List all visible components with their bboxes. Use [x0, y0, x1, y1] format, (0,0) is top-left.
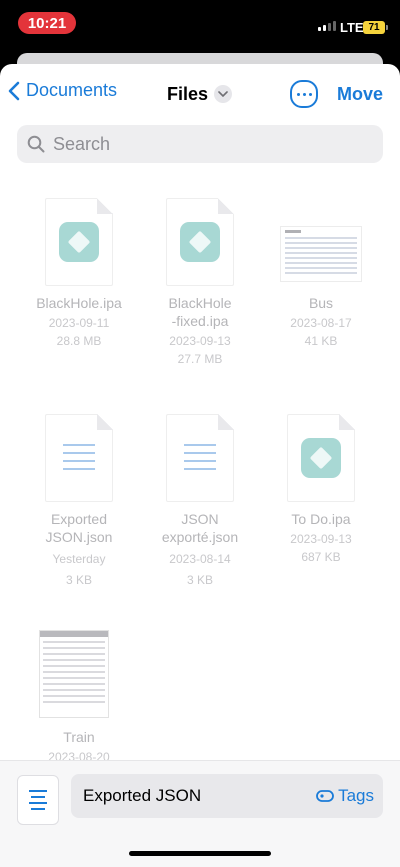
file-size: 3 KB [65, 573, 92, 587]
app-package-icon [301, 438, 341, 478]
file-name-input[interactable]: Exported JSON [83, 786, 201, 806]
file-size: 27.7 MB [177, 352, 223, 366]
file-size: 28.8 MB [56, 334, 102, 348]
ellipsis-icon [296, 92, 300, 96]
search-field[interactable] [17, 125, 383, 163]
page-title: Files [167, 84, 209, 104]
chevron-down-icon [218, 91, 228, 97]
pdf-preview-icon [39, 630, 109, 718]
file-name: Bus [308, 295, 334, 311]
file-thumbnail [287, 414, 355, 502]
title-menu-button[interactable] [214, 85, 232, 103]
move-button[interactable]: Move [337, 84, 383, 105]
file-name: BlackHole -fixed.ipa [168, 295, 232, 329]
file-size: 3 KB [186, 573, 213, 587]
app-package-icon [180, 222, 220, 262]
tag-icon [316, 790, 334, 802]
file-thumbnail [45, 198, 113, 286]
battery-icon: 71 [363, 21, 388, 34]
file-size: 687 KB [301, 550, 341, 564]
file-name: Exported JSON.json [45, 511, 113, 545]
file-thumbnail [166, 198, 234, 286]
text-document-icon [63, 444, 95, 476]
file-date: 2023-09-13 [290, 532, 352, 546]
file-date: 2023-08-17 [290, 316, 352, 330]
back-label: Documents [26, 80, 118, 100]
file-name: To Do.ipa [291, 511, 351, 527]
status-bar: 10:21 LTE 71 [0, 0, 400, 52]
home-indicator[interactable] [129, 851, 271, 856]
clock: 10:21 [18, 12, 76, 34]
search-icon [27, 135, 45, 153]
file-date: Yesterday [52, 552, 106, 566]
save-name-field[interactable]: Exported JSON Tags [71, 774, 383, 818]
navigation-bar: Documents Files Move [0, 64, 400, 124]
file-picker-sheet: Documents Files Move BlackHole.ipa 2023-… [0, 64, 400, 867]
chevron-left-icon [8, 81, 20, 100]
app-package-icon [59, 222, 99, 262]
network-type: LTE [340, 20, 364, 35]
tags-button[interactable]: Tags [316, 786, 374, 806]
signal-icon [318, 21, 336, 31]
text-document-icon [184, 444, 216, 476]
list-icon [29, 790, 47, 792]
file-name: Train [63, 729, 95, 745]
file-thumbnail [280, 198, 362, 286]
back-button[interactable]: Documents [8, 80, 117, 101]
file-thumbnail [39, 630, 113, 718]
more-options-button[interactable] [290, 80, 318, 108]
search-input[interactable] [51, 132, 355, 156]
file-size: 41 KB [304, 334, 338, 348]
file-date: 2023-08-14 [169, 552, 231, 566]
view-options-button[interactable] [17, 775, 59, 825]
file-date: 2023-09-11 [48, 316, 110, 330]
spreadsheet-preview-icon [280, 226, 362, 282]
file-thumbnail [45, 414, 113, 502]
file-name: JSON exporté.json [161, 511, 239, 545]
file-name: BlackHole.ipa [36, 295, 122, 311]
tags-label: Tags [338, 786, 374, 805]
file-date: 2023-09-13 [169, 334, 231, 348]
file-thumbnail [166, 414, 234, 502]
